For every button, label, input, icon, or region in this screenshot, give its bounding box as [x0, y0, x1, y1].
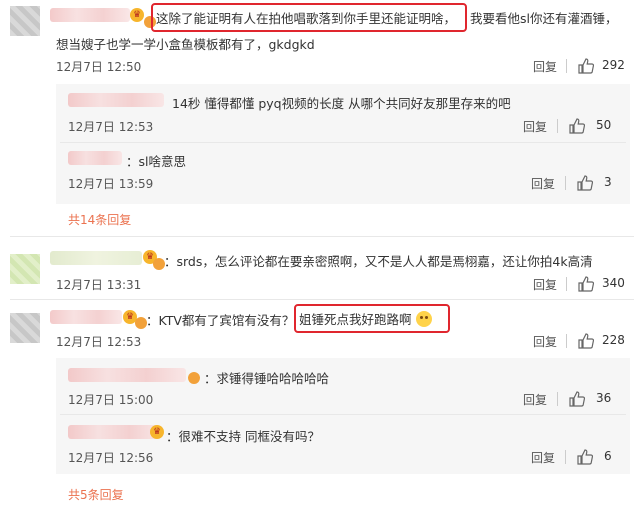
more-replies-link[interactable]: 共5条回复: [68, 486, 124, 503]
reply-date: 12月7日 13:59: [68, 177, 154, 191]
avatar[interactable]: [10, 6, 40, 36]
reply-text: ：sl啥意思: [126, 154, 186, 169]
username-blurred[interactable]: [68, 93, 164, 107]
reply-button[interactable]: 回复: [523, 118, 547, 135]
reply-date: 12月7日 15:00: [68, 393, 154, 407]
like-count: 3: [604, 175, 612, 189]
verified-badge-icon: [188, 372, 200, 384]
username-blurred[interactable]: [50, 8, 130, 22]
more-replies-link[interactable]: 共14条回复: [68, 211, 131, 228]
comment-date: 12月7日 12:53: [56, 335, 142, 349]
divider: [566, 277, 567, 291]
reply-button[interactable]: 回复: [531, 175, 555, 192]
reply-text: ：很难不支持 同框没有吗？: [166, 429, 320, 444]
reply-text: 14秒 懂得都懂 pyq视频的长度 从哪个共同好友那里存来的吧: [172, 96, 511, 111]
like-count: 292: [602, 58, 625, 72]
username-blurred[interactable]: [50, 310, 122, 324]
thumb-up-icon[interactable]: [578, 58, 594, 74]
reply-button[interactable]: 回复: [533, 276, 557, 293]
thumb-up-icon[interactable]: [569, 118, 585, 134]
avatar[interactable]: [10, 313, 40, 343]
like-count: 50: [596, 118, 612, 132]
comment-text-highlighted: 姐锤死点我好跑路啊: [299, 309, 432, 328]
comment-text-line2: 想当嫂子也学一学小盒鱼模板都有了，gkdgkd: [56, 37, 315, 52]
thumb-up-icon[interactable]: [578, 333, 594, 349]
divider: [60, 142, 626, 143]
divider: [60, 414, 626, 415]
comment-text: ：KTV都有了宾馆有没有？: [146, 313, 295, 328]
divider: [565, 450, 566, 464]
reply-text: ：求锤得锤哈哈哈哈哈: [204, 371, 330, 386]
username-blurred[interactable]: [68, 368, 186, 382]
divider: [557, 119, 558, 133]
vip-badge-icon: ♛: [130, 8, 144, 22]
username-blurred[interactable]: [50, 251, 142, 265]
reply-button[interactable]: 回复: [523, 391, 547, 408]
reply-button[interactable]: 回复: [531, 449, 555, 466]
like-count: 340: [602, 276, 625, 290]
laugh-emoji-icon: [415, 311, 432, 327]
username-blurred[interactable]: [68, 151, 122, 165]
comment-date: 12月7日 12:50: [56, 60, 142, 74]
comment-text: 我要看他sl你还有灌酒锤，: [470, 11, 618, 26]
thumb-up-icon[interactable]: [578, 276, 594, 292]
thumb-up-icon[interactable]: [569, 391, 585, 407]
thumb-up-icon[interactable]: [577, 449, 593, 465]
like-count: 36: [596, 391, 612, 405]
reply-button[interactable]: 回复: [533, 58, 557, 75]
reply-button[interactable]: 回复: [533, 333, 557, 350]
thumb-up-icon[interactable]: [577, 175, 593, 191]
avatar[interactable]: [10, 254, 40, 284]
comment-divider: [10, 299, 634, 300]
username-blurred[interactable]: [68, 425, 160, 439]
comment-text: ：srds，怎么评论都在要亲密照啊，又不是人人都是焉栩嘉，还让你拍4k高清: [164, 254, 593, 269]
like-count: 6: [604, 449, 612, 463]
comment-date: 12月7日 13:31: [56, 278, 142, 292]
like-count: 228: [602, 333, 625, 347]
divider: [565, 176, 566, 190]
reply-date: 12月7日 12:56: [68, 451, 154, 465]
comment-divider: [10, 236, 634, 237]
divider: [566, 334, 567, 348]
vip-badge-icon: ♛: [150, 425, 164, 439]
reply-date: 12月7日 12:53: [68, 120, 154, 134]
comment-text-highlighted: 这除了能证明有人在拍他唱歌落到你手里还能证明啥，: [156, 11, 457, 26]
divider: [566, 59, 567, 73]
divider: [557, 392, 558, 406]
